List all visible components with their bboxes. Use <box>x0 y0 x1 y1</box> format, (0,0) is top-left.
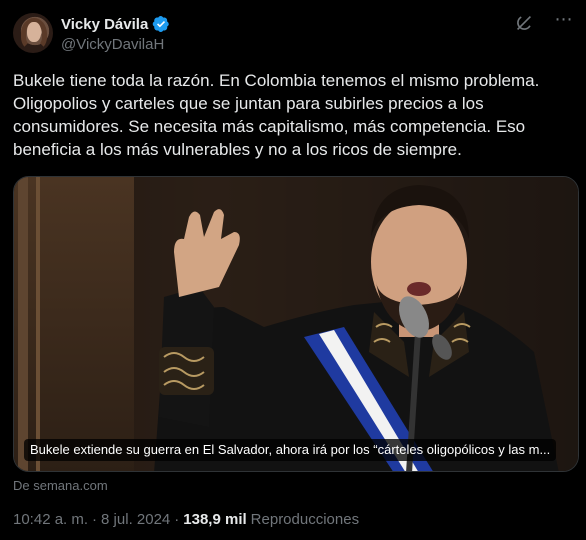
more-options-icon[interactable]: ⋯ <box>553 10 575 34</box>
tweet-text: Bukele tiene toda la razón. En Colombia … <box>13 71 540 159</box>
author-display-name[interactable]: Vicky Dávila <box>61 16 148 33</box>
card-source[interactable]: De semana.com <box>13 478 108 493</box>
meta-separator: · <box>174 511 180 528</box>
verified-badge-icon <box>153 15 170 33</box>
card-caption: Bukele extiende su guerra en El Salvador… <box>24 439 557 461</box>
views-count: 138,9 mil <box>183 511 247 528</box>
tweet-meta: 10:42 a. m. · 8 jul. 2024 · 138,9 mil Re… <box>13 511 359 528</box>
card-photo <box>14 177 578 471</box>
grok-icon[interactable] <box>513 12 535 34</box>
author-handle[interactable]: @VickyDavilaH <box>61 36 164 53</box>
author-avatar[interactable] <box>13 13 53 53</box>
views-label: Reproducciones <box>250 511 360 528</box>
tweet-date[interactable]: 8 jul. 2024 <box>101 511 170 528</box>
avatar-face <box>27 22 41 42</box>
link-card[interactable]: Bukele extiende su guerra en El Salvador… <box>13 176 579 472</box>
author-name-row: Vicky Dávila <box>61 15 170 33</box>
tweet-time[interactable]: 10:42 a. m. <box>13 511 88 528</box>
meta-separator: · <box>92 511 98 528</box>
